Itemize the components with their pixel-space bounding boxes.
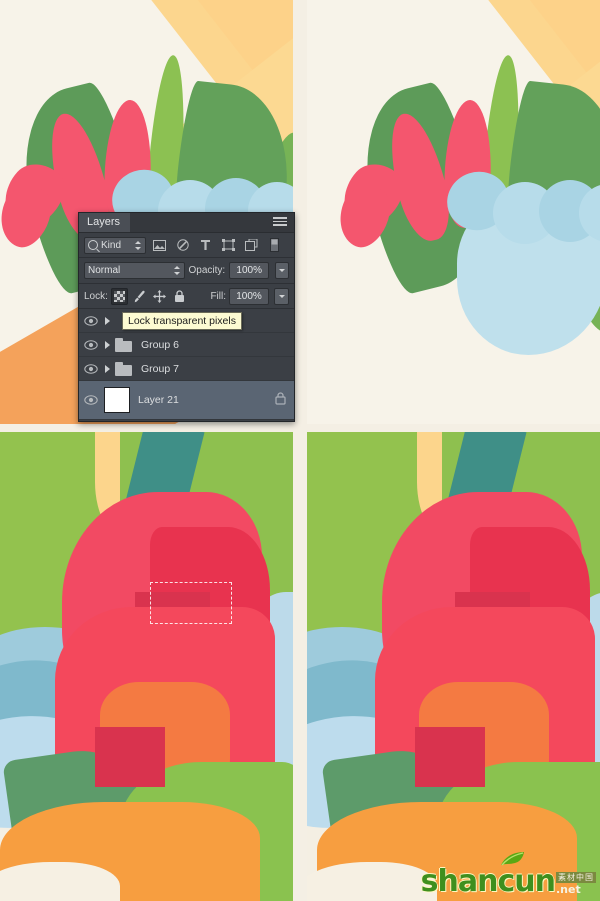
search-icon bbox=[88, 240, 98, 250]
watermark-brand: shancun bbox=[421, 852, 556, 899]
layers-panel-tabbar: Layers bbox=[79, 213, 294, 233]
blend-mode-select[interactable]: Normal bbox=[84, 262, 185, 279]
filter-kind-label: Kind bbox=[101, 239, 122, 251]
lock-row: Lock: Fill: 100% bbox=[79, 284, 294, 309]
blend-mode-value: Normal bbox=[88, 265, 121, 276]
crimson-shape bbox=[415, 727, 485, 787]
fill-dropdown-button[interactable] bbox=[274, 287, 289, 305]
filter-type-layers-icon[interactable] bbox=[196, 237, 215, 254]
layer-name: Group 6 bbox=[141, 338, 179, 351]
visibility-eye-icon[interactable] bbox=[83, 313, 99, 329]
artwork-panel-bottom-left bbox=[0, 432, 293, 901]
opacity-dropdown-button[interactable] bbox=[275, 262, 289, 279]
lock-image-pixels-button[interactable] bbox=[131, 288, 148, 305]
filter-pixel-layers-icon[interactable] bbox=[150, 237, 169, 254]
expand-triangle-icon[interactable] bbox=[102, 341, 112, 349]
cream-shape bbox=[307, 862, 437, 901]
blend-mode-row: Normal Opacity: 100% bbox=[79, 258, 294, 284]
watermark-domain: .net bbox=[556, 883, 581, 896]
table-row[interactable]: Group 7 bbox=[79, 357, 294, 381]
filter-smart-objects-icon[interactable] bbox=[242, 237, 261, 254]
checkerboard-icon bbox=[113, 290, 125, 302]
folder-icon bbox=[115, 337, 133, 352]
watermark-suffix-block: 素材中国 .net bbox=[556, 872, 596, 896]
brush-icon bbox=[135, 290, 146, 302]
lock-transparent-pixels-button[interactable] bbox=[110, 287, 128, 305]
table-row[interactable]: Group 6 bbox=[79, 333, 294, 357]
opacity-value[interactable]: 100% bbox=[229, 262, 270, 279]
panel-menu-icon[interactable] bbox=[273, 217, 289, 228]
filter-shape-layers-icon[interactable] bbox=[219, 237, 238, 254]
visibility-eye-icon[interactable] bbox=[83, 392, 99, 408]
artwork-panel-bottom-right bbox=[307, 432, 600, 901]
panel-gutter-vertical bbox=[293, 0, 307, 901]
selection-marching-ants bbox=[150, 582, 232, 624]
fill-label: Fill: bbox=[210, 290, 226, 302]
expand-triangle-icon[interactable] bbox=[102, 365, 112, 373]
layer-filter-row: Kind bbox=[79, 233, 294, 258]
filter-kind-select[interactable]: Kind bbox=[84, 236, 146, 254]
lock-label: Lock: bbox=[84, 290, 108, 302]
layer-name: Group 7 bbox=[141, 362, 179, 375]
layer-locked-icon bbox=[275, 392, 286, 408]
chevron-updown-icon bbox=[135, 240, 142, 251]
visibility-eye-icon[interactable] bbox=[83, 361, 99, 377]
visibility-eye-icon[interactable] bbox=[83, 337, 99, 353]
crimson-shape bbox=[95, 727, 165, 787]
layer-name: Layer 21 bbox=[138, 394, 179, 406]
table-row[interactable]: Layer 21 bbox=[79, 381, 294, 420]
filter-toggle-switch[interactable] bbox=[265, 237, 284, 254]
fill-value[interactable]: 100% bbox=[229, 287, 269, 305]
tooltip-lock-transparent-pixels: Lock transparent pixels bbox=[122, 312, 242, 330]
tutorial-screenshot-grid: Layers Kind Normal Opacity: 100% Lock: F… bbox=[0, 0, 600, 901]
watermark: shancun 素材中国 .net bbox=[421, 852, 596, 899]
move-arrows-icon bbox=[152, 289, 166, 303]
lock-position-button[interactable] bbox=[151, 288, 168, 305]
layer-thumbnail[interactable] bbox=[104, 387, 130, 413]
folder-icon bbox=[115, 361, 133, 376]
chevron-updown-icon bbox=[173, 265, 181, 276]
leaf-icon bbox=[501, 852, 524, 866]
opacity-label: Opacity: bbox=[188, 265, 226, 276]
filter-adjustment-layers-icon[interactable] bbox=[173, 237, 192, 254]
cream-shape bbox=[0, 862, 120, 901]
watermark-subtitle: 素材中国 bbox=[556, 872, 596, 883]
artwork-panel-top-right bbox=[307, 0, 600, 424]
tab-layers[interactable]: Layers bbox=[79, 213, 131, 232]
lock-all-button[interactable] bbox=[171, 288, 188, 305]
padlock-icon bbox=[174, 289, 184, 302]
panel-gutter-horizontal bbox=[0, 424, 600, 432]
expand-triangle-icon[interactable] bbox=[102, 317, 112, 325]
